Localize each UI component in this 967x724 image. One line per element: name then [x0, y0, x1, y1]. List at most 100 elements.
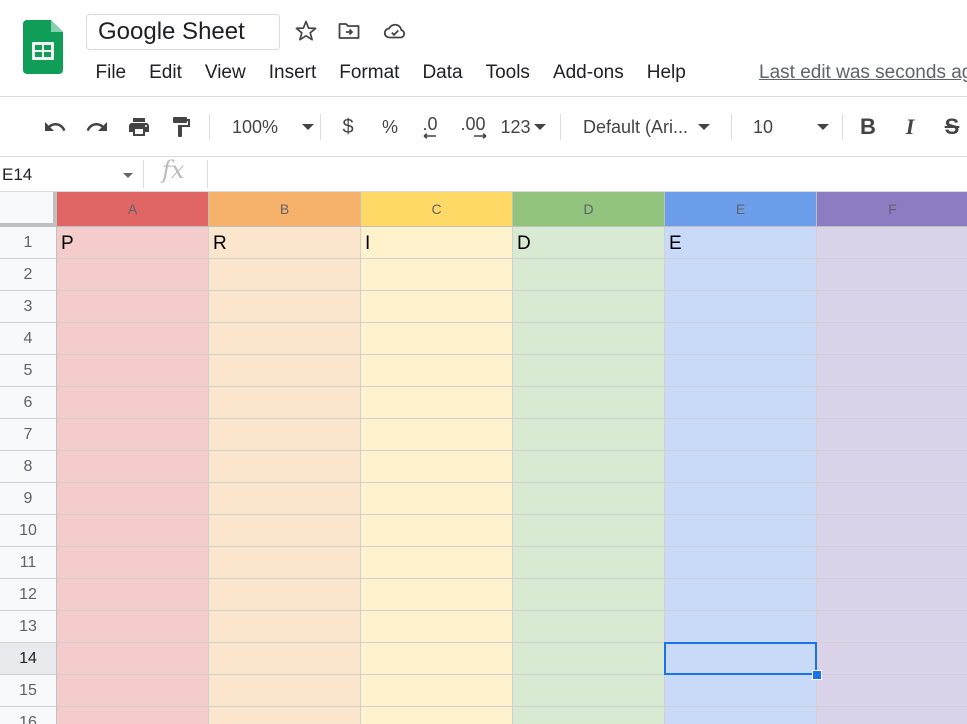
cell-e1[interactable]: E — [665, 227, 817, 259]
cell-e8[interactable] — [665, 451, 817, 483]
column-header-f[interactable]: F — [817, 192, 967, 227]
cell-f11[interactable] — [817, 547, 967, 579]
row-header-2[interactable]: 2 — [0, 259, 57, 291]
cell-b12[interactable] — [209, 579, 361, 611]
cell-a9[interactable] — [57, 483, 209, 515]
cell-b11[interactable] — [209, 547, 361, 579]
strikethrough-button[interactable]: S — [938, 110, 966, 144]
column-header-b[interactable]: B — [209, 192, 361, 227]
cell-f12[interactable] — [817, 579, 967, 611]
cell-d2[interactable] — [513, 259, 665, 291]
cell-f7[interactable] — [817, 419, 967, 451]
cell-b15[interactable] — [209, 675, 361, 707]
cell-d3[interactable] — [513, 291, 665, 323]
menu-data[interactable]: Data — [411, 60, 474, 86]
cell-d7[interactable] — [513, 419, 665, 451]
row-header-14[interactable]: 14 — [0, 643, 57, 675]
cell-a14[interactable] — [57, 643, 209, 675]
fill-handle[interactable] — [812, 670, 822, 680]
cell-b13[interactable] — [209, 611, 361, 643]
cell-a8[interactable] — [57, 451, 209, 483]
cell-e7[interactable] — [665, 419, 817, 451]
row-header-12[interactable]: 12 — [0, 579, 57, 611]
cell-e4[interactable] — [665, 323, 817, 355]
cell-c11[interactable] — [361, 547, 513, 579]
cell-f10[interactable] — [817, 515, 967, 547]
cell-c5[interactable] — [361, 355, 513, 387]
menu-add-ons[interactable]: Add-ons — [541, 60, 635, 86]
cell-f1[interactable] — [817, 227, 967, 259]
row-header-6[interactable]: 6 — [0, 387, 57, 419]
menu-help[interactable]: Help — [635, 60, 697, 86]
cell-b3[interactable] — [209, 291, 361, 323]
cell-a3[interactable] — [57, 291, 209, 323]
cell-e3[interactable] — [665, 291, 817, 323]
cell-b8[interactable] — [209, 451, 361, 483]
cell-b10[interactable] — [209, 515, 361, 547]
cell-c9[interactable] — [361, 483, 513, 515]
percent-format-button[interactable]: % — [375, 110, 405, 144]
cell-c2[interactable] — [361, 259, 513, 291]
zoom-select[interactable]: 100% — [222, 110, 317, 144]
more-formats-select[interactable]: 123 — [497, 110, 549, 144]
last-edit-link[interactable]: Last edit was seconds ago — [759, 60, 967, 86]
cell-d9[interactable] — [513, 483, 665, 515]
cell-c4[interactable] — [361, 323, 513, 355]
cell-e12[interactable] — [665, 579, 817, 611]
menu-insert[interactable]: Insert — [257, 60, 328, 86]
column-header-e[interactable]: E — [665, 192, 817, 227]
cell-c3[interactable] — [361, 291, 513, 323]
bold-button[interactable]: B — [854, 110, 882, 144]
cell-d5[interactable] — [513, 355, 665, 387]
cell-f2[interactable] — [817, 259, 967, 291]
row-header-15[interactable]: 15 — [0, 675, 57, 707]
cell-f6[interactable] — [817, 387, 967, 419]
cell-d1[interactable]: D — [513, 227, 665, 259]
cell-a13[interactable] — [57, 611, 209, 643]
cell-b14[interactable] — [209, 643, 361, 675]
cell-a11[interactable] — [57, 547, 209, 579]
cell-b2[interactable] — [209, 259, 361, 291]
cell-c10[interactable] — [361, 515, 513, 547]
row-header-1[interactable]: 1 — [0, 227, 57, 259]
row-header-11[interactable]: 11 — [0, 547, 57, 579]
row-header-13[interactable]: 13 — [0, 611, 57, 643]
formula-input[interactable] — [214, 160, 954, 190]
row-header-7[interactable]: 7 — [0, 419, 57, 451]
cell-d16[interactable] — [513, 707, 665, 724]
cell-a4[interactable] — [57, 323, 209, 355]
cell-b16[interactable] — [209, 707, 361, 724]
font-family-select[interactable]: Default (Ari... — [573, 110, 723, 144]
column-header-c[interactable]: C — [361, 192, 513, 227]
cell-e16[interactable] — [665, 707, 817, 724]
currency-format-button[interactable]: $ — [333, 110, 363, 144]
menu-format[interactable]: Format — [328, 60, 411, 86]
cell-e5[interactable] — [665, 355, 817, 387]
cell-d11[interactable] — [513, 547, 665, 579]
cell-d12[interactable] — [513, 579, 665, 611]
cell-d6[interactable] — [513, 387, 665, 419]
menu-file[interactable]: File — [84, 60, 138, 86]
undo-icon[interactable] — [40, 110, 70, 144]
cloud-saved-icon[interactable] — [382, 18, 408, 44]
cell-e6[interactable] — [665, 387, 817, 419]
cell-a12[interactable] — [57, 579, 209, 611]
spreadsheet-grid[interactable]: A B C D E F 1 P R I D E 2 3 4 5 6 7 8 9 10 11 12 13 14 15 16 — [0, 192, 967, 724]
cell-d8[interactable] — [513, 451, 665, 483]
document-title-input[interactable]: Google Sheet — [86, 14, 280, 50]
row-header-3[interactable]: 3 — [0, 291, 57, 323]
cell-a15[interactable] — [57, 675, 209, 707]
cell-f14[interactable] — [817, 643, 967, 675]
cell-d13[interactable] — [513, 611, 665, 643]
row-header-9[interactable]: 9 — [0, 483, 57, 515]
cell-e15[interactable] — [665, 675, 817, 707]
row-header-10[interactable]: 10 — [0, 515, 57, 547]
select-all-corner[interactable] — [0, 192, 57, 227]
cell-f8[interactable] — [817, 451, 967, 483]
cell-b1[interactable]: R — [209, 227, 361, 259]
cell-d4[interactable] — [513, 323, 665, 355]
print-icon[interactable] — [124, 110, 154, 144]
cell-b9[interactable] — [209, 483, 361, 515]
cell-b7[interactable] — [209, 419, 361, 451]
italic-button[interactable]: I — [896, 110, 924, 144]
